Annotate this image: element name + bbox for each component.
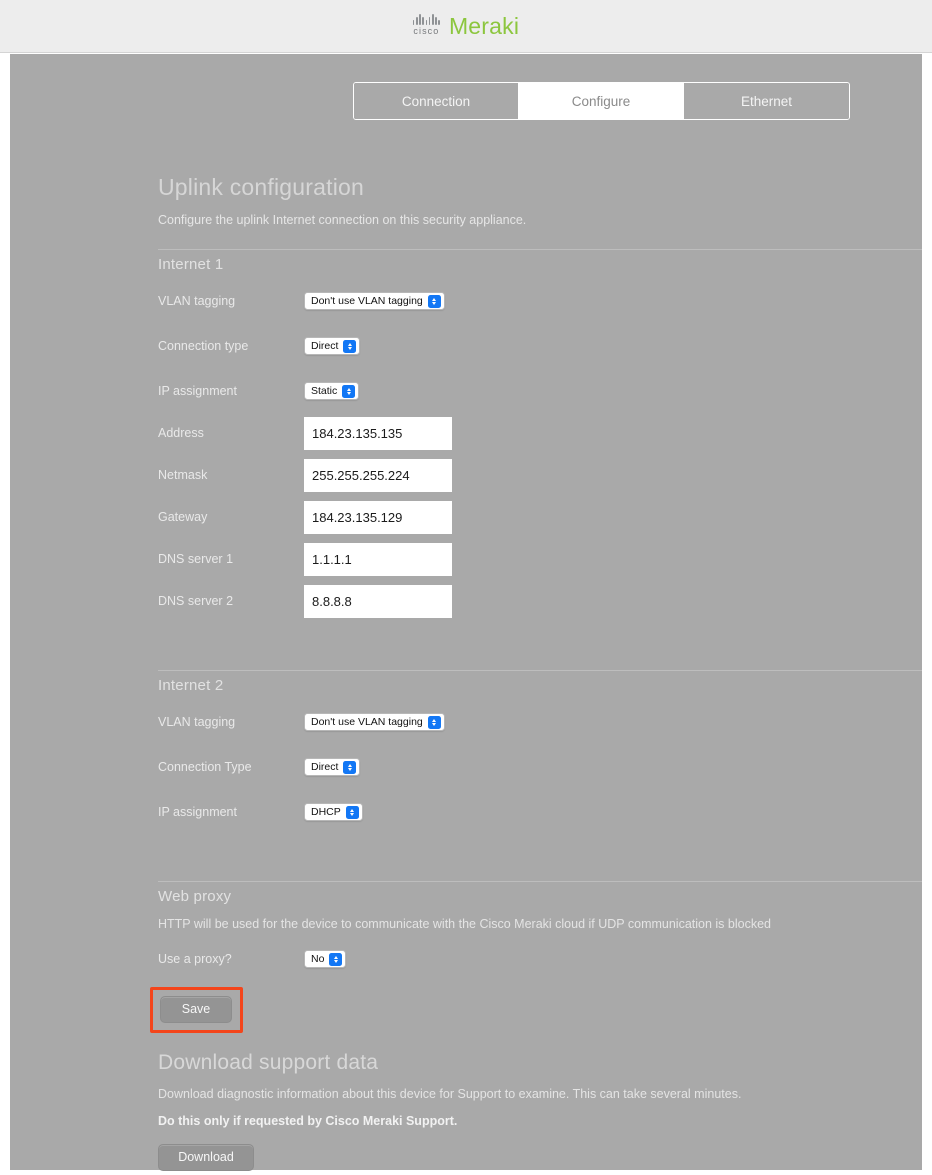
download-support-data-warning: Do this only if requested by Cisco Merak…: [158, 1113, 458, 1128]
uplink-configuration-page: cisco Meraki Connection Configure Ethern…: [0, 0, 932, 1175]
save-button[interactable]: Save: [160, 995, 232, 1023]
select-internet1-connection-type[interactable]: Direct: [304, 337, 361, 356]
label-internet2-ip-assignment: IP assignment: [158, 805, 237, 820]
row-internet2-ip-assignment: IP assignment DHCP: [158, 796, 922, 829]
label-internet1-dns1: DNS server 1: [158, 552, 234, 567]
section-internet-1-title: Internet 1: [158, 248, 922, 273]
select-internet1-connection-type-value: Direct: [311, 340, 339, 353]
row-internet1-dns1: DNS server 1: [158, 542, 922, 576]
chevron-updown-icon: [427, 715, 441, 729]
chevron-updown-icon: [343, 339, 357, 353]
input-internet1-dns2[interactable]: [304, 584, 452, 618]
select-internet2-ip-assignment-value: DHCP: [311, 806, 341, 819]
cisco-wordmark: cisco: [413, 26, 440, 36]
download-button[interactable]: Download: [158, 1143, 254, 1171]
download-button-wrapper: Download: [158, 1143, 922, 1171]
row-use-proxy: Use a proxy? No: [158, 943, 922, 976]
select-internet1-vlan-tagging[interactable]: Don't use VLAN tagging: [304, 292, 445, 311]
label-internet1-vlan-tagging: VLAN tagging: [158, 294, 236, 309]
row-internet2-vlan-tagging: VLAN tagging Don't use VLAN tagging: [158, 706, 922, 739]
download-support-data-description: Download diagnostic information about th…: [158, 1086, 742, 1101]
cisco-meraki-logo: cisco Meraki: [412, 13, 520, 39]
select-internet2-vlan-tagging-value: Don't use VLAN tagging: [311, 716, 423, 729]
row-internet1-address: Address: [158, 416, 922, 450]
chevron-updown-icon: [343, 760, 357, 774]
label-internet1-gateway: Gateway: [158, 510, 208, 525]
label-internet1-address: Address: [158, 426, 204, 441]
row-internet1-gateway: Gateway: [158, 500, 922, 534]
row-internet1-dns2: DNS server 2: [158, 584, 922, 618]
save-button-wrapper: Save: [150, 986, 243, 1033]
select-internet1-ip-assignment[interactable]: Static: [304, 382, 360, 401]
section-internet-2-title: Internet 2: [158, 669, 922, 694]
chevron-updown-icon: [345, 805, 359, 819]
select-internet1-ip-assignment-value: Static: [311, 385, 338, 398]
tab-connection[interactable]: Connection: [354, 83, 519, 119]
select-use-proxy-value: No: [311, 953, 325, 966]
web-proxy-description: HTTP will be used for the device to comm…: [158, 916, 771, 931]
select-internet2-connection-type[interactable]: Direct: [304, 758, 361, 777]
meraki-wordmark: Meraki: [448, 13, 520, 39]
cisco-bridge-icon: cisco: [412, 14, 440, 38]
row-internet1-ip-assignment: IP assignment Static: [158, 375, 922, 408]
select-use-proxy[interactable]: No: [304, 950, 347, 969]
cisco-bars-icon: [412, 14, 440, 25]
label-internet1-netmask: Netmask: [158, 468, 208, 483]
chevron-updown-icon: [342, 384, 356, 398]
tab-ethernet[interactable]: Ethernet: [684, 83, 849, 119]
section-web-proxy-title: Web proxy: [158, 880, 922, 905]
label-internet1-ip-assignment: IP assignment: [158, 384, 237, 399]
label-internet1-connection-type: Connection type: [158, 339, 249, 354]
row-internet1-vlan-tagging: VLAN tagging Don't use VLAN tagging: [158, 285, 922, 318]
tab-bar: Connection Configure Ethernet: [353, 82, 850, 120]
label-internet1-dns2: DNS server 2: [158, 594, 234, 609]
input-internet1-netmask[interactable]: [304, 458, 452, 492]
download-support-data-title: Download support data: [158, 1050, 379, 1074]
page-body: Connection Configure Ethernet Uplink con…: [0, 54, 932, 1175]
tab-configure[interactable]: Configure: [519, 83, 684, 119]
chevron-updown-icon: [427, 294, 441, 308]
app-header: cisco Meraki: [0, 0, 932, 53]
select-internet2-connection-type-value: Direct: [311, 761, 339, 774]
select-internet2-ip-assignment[interactable]: DHCP: [304, 803, 363, 822]
input-internet1-dns1[interactable]: [304, 542, 452, 576]
select-internet2-vlan-tagging[interactable]: Don't use VLAN tagging: [304, 713, 445, 732]
chevron-updown-icon: [329, 952, 343, 966]
input-internet1-address[interactable]: [304, 416, 452, 450]
input-internet1-gateway[interactable]: [304, 500, 452, 534]
main-content: Uplink configuration Configure the uplin…: [150, 174, 922, 1171]
label-internet2-vlan-tagging: VLAN tagging: [158, 715, 236, 730]
content-canvas: Connection Configure Ethernet Uplink con…: [10, 54, 922, 1171]
select-internet1-vlan-tagging-value: Don't use VLAN tagging: [311, 295, 423, 308]
page-title: Uplink configuration: [158, 174, 365, 200]
row-internet2-connection-type: Connection Type Direct: [158, 751, 922, 784]
row-internet1-connection-type: Connection type Direct: [158, 330, 922, 363]
label-use-proxy: Use a proxy?: [158, 952, 232, 967]
page-description: Configure the uplink Internet connection…: [158, 212, 527, 227]
label-internet2-connection-type: Connection Type: [158, 760, 252, 775]
row-internet1-netmask: Netmask: [158, 458, 922, 492]
